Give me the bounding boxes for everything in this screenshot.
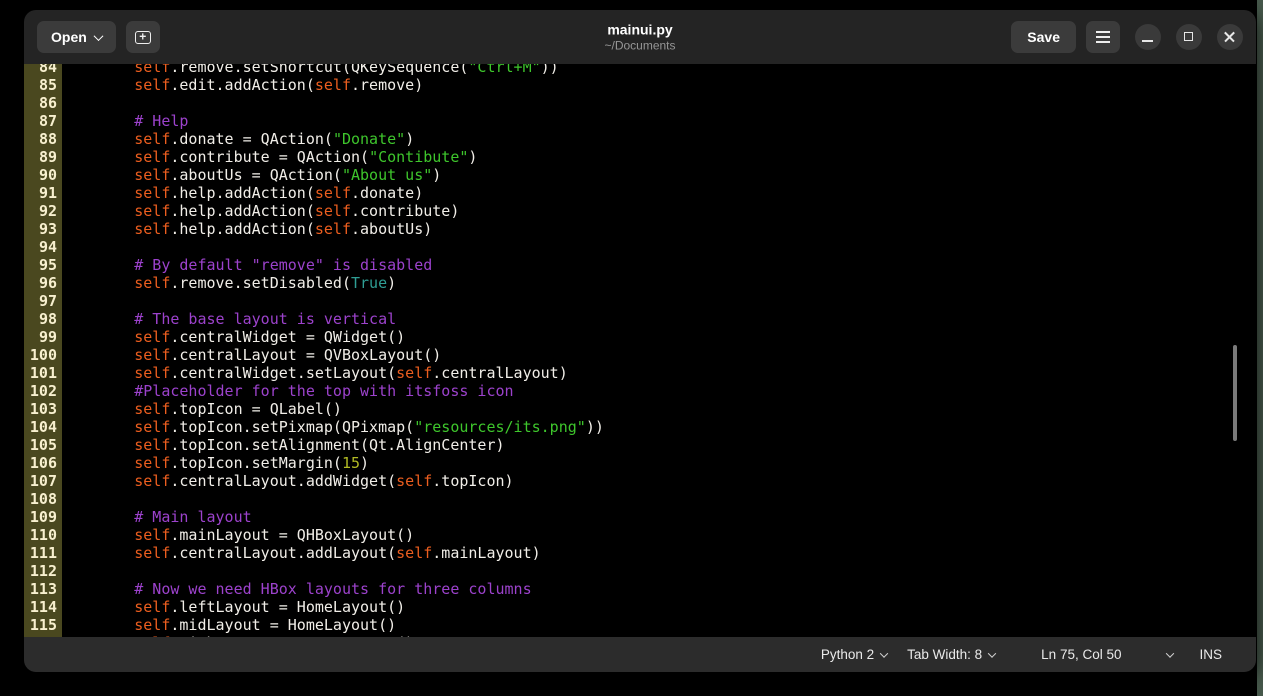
code-line: 97 [24, 292, 1256, 310]
code-line: 113 # Now we need HBox layouts for three… [24, 580, 1256, 598]
chevron-down-icon [880, 649, 888, 657]
code-line: 108 [24, 490, 1256, 508]
line-number: 94 [24, 238, 57, 256]
line-number: 114 [24, 598, 57, 616]
code-line: 89 self.contribute = QAction("Contibute"… [24, 148, 1256, 166]
code-line: 88 self.donate = QAction("Donate") [24, 130, 1256, 148]
code-line: 91 self.help.addAction(self.donate) [24, 184, 1256, 202]
code-line: 114 self.leftLayout = HomeLayout() [24, 598, 1256, 616]
line-number: 89 [24, 148, 57, 166]
maximize-icon [1184, 32, 1193, 41]
line-number: 107 [24, 472, 57, 490]
page-title: mainui.py [604, 22, 675, 39]
chevron-down-icon [93, 31, 103, 41]
close-button[interactable] [1217, 24, 1243, 50]
header-actions: Save [1011, 21, 1243, 53]
code-line: 101 self.centralWidget.setLayout(self.ce… [24, 364, 1256, 382]
code-line: 87 # Help [24, 112, 1256, 130]
position-menu-button[interactable] [1167, 652, 1173, 658]
code-line: 85 self.edit.addAction(self.remove) [24, 76, 1256, 94]
line-number: 87 [24, 112, 57, 130]
code-editor[interactable]: 84 self.remove.setShortcut(QKeySequence(… [24, 64, 1256, 637]
line-number: 86 [24, 94, 57, 112]
code-line: 86 [24, 94, 1256, 112]
code-line: 94 [24, 238, 1256, 256]
maximize-button[interactable] [1176, 24, 1202, 50]
line-number: 98 [24, 310, 57, 328]
line-number: 109 [24, 508, 57, 526]
line-number: 105 [24, 436, 57, 454]
page-subtitle: ~/Documents [604, 39, 675, 53]
line-number: 115 [24, 616, 57, 634]
line-number: 96 [24, 274, 57, 292]
line-number: 104 [24, 418, 57, 436]
desktop-edge [1257, 0, 1263, 696]
line-number: 91 [24, 184, 57, 202]
code-line: 84 self.remove.setShortcut(QKeySequence(… [24, 64, 1256, 76]
line-number: 88 [24, 130, 57, 148]
line-number: 111 [24, 544, 57, 562]
title-box: mainui.py ~/Documents [604, 22, 675, 53]
menu-button[interactable] [1086, 21, 1120, 53]
line-number: 100 [24, 346, 57, 364]
code-line: 96 self.remove.setDisabled(True) [24, 274, 1256, 292]
line-number: 112 [24, 562, 57, 580]
text-editor-window: Open mainui.py ~/Documents Save [24, 10, 1256, 672]
code-line: 110 self.mainLayout = QHBoxLayout() [24, 526, 1256, 544]
minimize-button[interactable] [1135, 24, 1161, 50]
chevron-down-icon [988, 649, 996, 657]
vertical-scrollbar[interactable] [1233, 345, 1237, 441]
chevron-down-icon [1166, 649, 1174, 657]
code-line: 90 self.aboutUs = QAction("About us") [24, 166, 1256, 184]
code-line: 100 self.centralLayout = QVBoxLayout() [24, 346, 1256, 364]
new-tab-button[interactable] [126, 21, 160, 53]
code-line: 111 self.centralLayout.addLayout(self.ma… [24, 544, 1256, 562]
line-number: 90 [24, 166, 57, 184]
line-number: 97 [24, 292, 57, 310]
code-line: 93 self.help.addAction(self.aboutUs) [24, 220, 1256, 238]
code-line: 109 # Main layout [24, 508, 1256, 526]
line-number: 95 [24, 256, 57, 274]
code-line: 115 self.midLayout = HomeLayout() [24, 616, 1256, 634]
tab-width-selector[interactable]: Tab Width: 8 [907, 647, 995, 662]
line-number: 93 [24, 220, 57, 238]
line-number: 108 [24, 490, 57, 508]
line-number: 103 [24, 400, 57, 418]
insert-mode-indicator: INS [1199, 647, 1222, 662]
line-number: 102 [24, 382, 57, 400]
statusbar: Python 2 Tab Width: 8 Ln 75, Col 50 INS [24, 637, 1256, 672]
code-line: 105 self.topIcon.setAlignment(Qt.AlignCe… [24, 436, 1256, 454]
save-button-label: Save [1027, 29, 1060, 45]
save-button[interactable]: Save [1011, 21, 1076, 53]
code-line: 98 # The base layout is vertical [24, 310, 1256, 328]
minimize-icon [1142, 40, 1153, 42]
language-selector[interactable]: Python 2 [821, 647, 887, 662]
code-line: 92 self.help.addAction(self.contribute) [24, 202, 1256, 220]
code-line: 99 self.centralWidget = QWidget() [24, 328, 1256, 346]
line-number: 85 [24, 76, 57, 94]
open-button-label: Open [51, 29, 87, 45]
line-number: 113 [24, 580, 57, 598]
code-line: 112 [24, 562, 1256, 580]
menu-icon [1096, 31, 1110, 42]
code-line: 106 self.topIcon.setMargin(15) [24, 454, 1256, 472]
code-line: 104 self.topIcon.setPixmap(QPixmap("reso… [24, 418, 1256, 436]
cursor-position: Ln 75, Col 50 [1041, 647, 1121, 662]
code-line: 95 # By default "remove" is disabled [24, 256, 1256, 274]
open-button[interactable]: Open [37, 21, 116, 53]
code-line: 102 #Placeholder for the top with itsfos… [24, 382, 1256, 400]
code-lines: 84 self.remove.setShortcut(QKeySequence(… [24, 64, 1256, 637]
code-line: 107 self.centralLayout.addWidget(self.to… [24, 472, 1256, 490]
line-number: 92 [24, 202, 57, 220]
line-number: 101 [24, 364, 57, 382]
code-line: 103 self.topIcon = QLabel() [24, 400, 1256, 418]
line-number: 99 [24, 328, 57, 346]
tab-new-icon [135, 31, 151, 44]
headerbar: Open mainui.py ~/Documents Save [24, 10, 1256, 64]
line-number: 106 [24, 454, 57, 472]
line-number: 110 [24, 526, 57, 544]
line-number: 84 [24, 64, 57, 76]
